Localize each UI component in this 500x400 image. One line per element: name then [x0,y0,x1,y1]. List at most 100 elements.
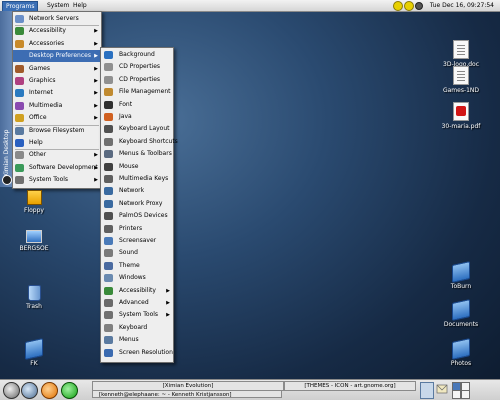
submenu-item[interactable]: Keyboard [101,322,173,334]
menu-item-multimedia[interactable]: Multimedia ▶ [13,100,101,112]
menu-item-accessibility[interactable]: Accessibility ▶ [13,25,101,37]
programs-dropdown: Network Servers Accessibility ▶ Accessories… [12,11,102,189]
system-menu-button[interactable]: System [44,1,72,10]
desktop-icon-doc2[interactable]: Games-1ND [436,66,486,94]
notification-icon[interactable] [393,1,403,11]
submenu-item-label: Printers [119,224,143,232]
submenu-item-label: Theme [119,261,140,269]
submenu-item-label: Sound [119,249,138,257]
browse-filesystem-icon [15,126,24,135]
workspace-4[interactable] [461,390,470,399]
preference-icon [104,274,113,283]
folder-icon [452,299,470,321]
trash-icon [27,285,41,301]
preference-icon [104,299,113,307]
menu-item-software-development[interactable]: Software Development ▶ [13,162,101,174]
submenu-item[interactable]: Windows [101,272,173,284]
menu-item-label: Office [29,114,47,122]
submenu-arrow-icon: ▶ [94,40,98,47]
menu-item-label: Network Servers [29,15,79,22]
submenu-item[interactable]: Java [101,111,173,123]
desktop-icon-photos[interactable]: Photos [436,338,486,367]
menu-item-graphics[interactable]: Graphics ▶ [13,75,101,87]
menu-item-label: Graphics [29,77,56,84]
submenu-item[interactable]: PalmOS Devices [101,210,173,222]
submenu-item[interactable]: CD Properties [101,74,173,86]
launcher-icon[interactable] [21,382,38,399]
submenu-item-label: Advanced [119,299,149,306]
submenu-item[interactable]: Menus [101,334,173,346]
menu-item-desktop-preferences[interactable]: Desktop Preferences ▶ [13,50,101,63]
desktop-icon-bergsoe[interactable]: BERGSOE [12,230,56,252]
submenu-item[interactable]: Background [101,49,173,61]
menu-item-label: Software Development [29,163,98,171]
submenu-arrow-icon: ▶ [94,28,98,35]
desktop-icon-label: FK [30,360,38,367]
submenu-item[interactable]: Advanced ▶ [101,297,173,309]
preference-icon [104,113,113,121]
folder-icon [25,338,43,360]
submenu-arrow-icon: ▶ [94,115,98,122]
submenu-item-label: Accessibility [119,286,156,294]
preference-icon [104,348,113,357]
submenu-item[interactable]: Network Proxy [101,198,173,210]
submenu-item[interactable]: Screen Resolution [101,347,173,359]
submenu-arrow-icon: ▶ [94,65,98,72]
submenu-item-label: Font [119,100,133,108]
show-desktop-button[interactable] [420,382,434,399]
taskbar-button[interactable]: [THEMES - ICON - art.gnome.org] [284,381,416,391]
desktop-icon-label: 30-maria.pdf [441,123,481,130]
submenu-item[interactable]: Keyboard Layout [101,123,173,135]
floppy-icon [26,190,42,205]
submenu-item[interactable]: Mouse [101,161,173,173]
preference-icon [104,100,113,109]
launcher-icon[interactable] [3,382,20,399]
submenu-item[interactable]: CD Properties [101,61,173,73]
desktop-icon-toburn[interactable]: ToBurn [436,261,486,290]
desktop-icon-pdf[interactable]: 30-maria.pdf [436,102,486,130]
submenu-item[interactable]: File Management [101,86,173,98]
notification-icon[interactable] [436,383,448,395]
launcher-icon[interactable] [61,382,78,399]
side-strip-label: Ximian Desktop [3,129,10,177]
submenu-item-label: CD Properties [119,75,161,83]
submenu-item[interactable]: System Tools ▶ [101,309,173,321]
clock[interactable]: Tue Dec 16, 09:27:54 [430,1,494,10]
submenu-item[interactable]: Network [101,185,173,197]
workspace-3[interactable] [452,390,461,399]
desktop-icon-documents[interactable]: Documents [436,299,486,328]
menu-item-label: Help [29,139,43,146]
menu-item-internet[interactable]: Internet ▶ [13,87,101,99]
preference-icon [104,261,113,270]
help-menu-button[interactable]: Help [70,1,90,10]
menu-item-label: Other [29,151,47,159]
smiley-icon[interactable] [404,1,414,11]
applet-icon[interactable] [415,2,423,10]
submenu-item[interactable]: Sound [101,247,173,259]
submenu-item[interactable]: Keyboard Shortcuts [101,136,178,148]
desktop-icon-doc1[interactable]: 3D-logo.doc [436,40,486,68]
menu-item-network-servers[interactable]: Network Servers [13,13,101,25]
desktop-icon-trash[interactable]: Trash [12,285,56,310]
menu-item-label: Games [29,64,50,72]
menu-item-system-tools[interactable]: System Tools ▶ [13,174,101,186]
submenu-item[interactable]: Screensaver [101,235,173,247]
menu-item-help[interactable]: Help [13,137,101,149]
submenu-item-label: Network [119,187,145,195]
submenu-item-label: Menus & Toolbars [119,150,172,158]
menu-item-games[interactable]: Games ▶ [13,63,101,75]
desktop-icon-floppy[interactable]: Floppy [12,190,56,214]
taskbar-button[interactable]: [kenneth@elephaane: ~ - Kenneth Kristjan… [92,390,282,398]
menu-item-accessories[interactable]: Accessories ▶ [13,38,101,50]
launcher-icon[interactable] [41,382,58,399]
submenu-item[interactable]: Accessibility ▶ [101,285,173,297]
desktop-icon-fk[interactable]: FK [12,338,56,367]
menu-item-other[interactable]: Other ▶ [13,149,101,161]
menu-item-office[interactable]: Office ▶ [13,112,101,124]
submenu-item[interactable]: Multimedia Keys [101,173,173,185]
submenu-item[interactable]: Theme [101,260,173,272]
menu-item-browse-filesystem[interactable]: Browse Filesystem [13,125,101,137]
submenu-item[interactable]: Menus & Toolbars [101,148,173,160]
submenu-item[interactable]: Printers [101,223,173,235]
submenu-item[interactable]: Font [101,99,173,111]
